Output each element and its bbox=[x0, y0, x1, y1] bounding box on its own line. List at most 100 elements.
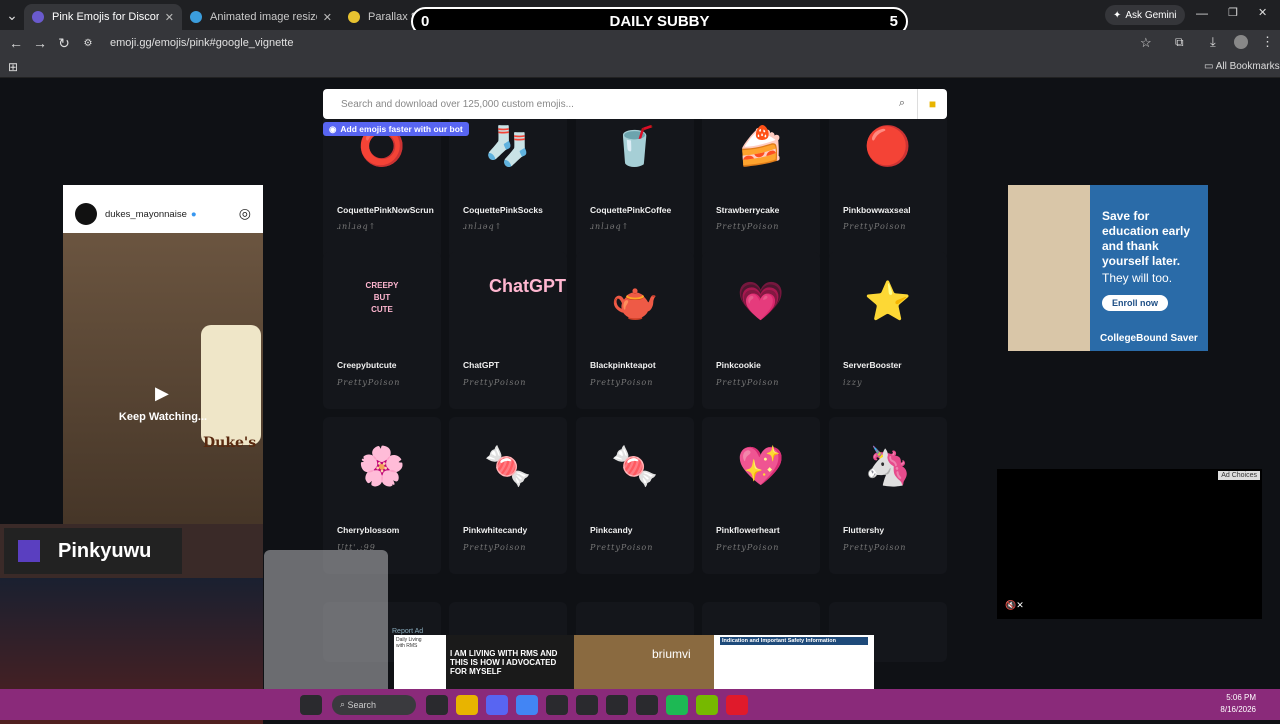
bookmark-star-icon[interactable]: ☆ bbox=[1140, 35, 1152, 51]
emoji-image: 🍬 bbox=[484, 446, 532, 488]
emoji-card[interactable]: 🔴 Pinkbowwaxseal PrettyPoison bbox=[829, 109, 947, 260]
discord-icon: ◉ bbox=[329, 123, 337, 134]
opera-icon[interactable] bbox=[726, 694, 748, 715]
emoji-author[interactable]: PrettyPoison bbox=[716, 222, 779, 231]
emoji-name: Blackpinkteapot bbox=[590, 360, 656, 370]
emoji-card[interactable]: 🍬 Pinkwhitecandy PrettyPoison bbox=[449, 417, 567, 574]
ask-gemini-button[interactable]: ✦ Ask Gemini bbox=[1105, 5, 1185, 25]
close-tab-icon[interactable]: ✕ bbox=[323, 11, 332, 24]
search-input[interactable]: Search and download over 125,000 custom … bbox=[323, 89, 947, 119]
emoji-card[interactable]: 🫖 Blackpinkteapot PrettyPoison bbox=[576, 252, 694, 409]
app-icon[interactable] bbox=[636, 694, 658, 715]
menu-dots-icon[interactable]: ⋮ bbox=[1261, 34, 1274, 50]
emoji-author[interactable]: PrettyPoison bbox=[463, 543, 526, 552]
back-icon[interactable]: ← bbox=[4, 35, 28, 51]
start-icon[interactable] bbox=[300, 694, 322, 715]
tab-animated-resizer[interactable]: Animated image resizer ✕ bbox=[182, 4, 340, 30]
close-window-icon[interactable]: ✕ bbox=[1258, 6, 1267, 19]
emoji-author[interactable]: PrettyPoison bbox=[843, 543, 906, 552]
emoji-card[interactable]: 🍬 Pinkcandy PrettyPoison bbox=[576, 417, 694, 574]
briumvi-banner-ad[interactable]: Daily Living with RMS I AM LIVING WITH RM… bbox=[394, 635, 874, 689]
tab-label: Animated image resizer bbox=[210, 11, 317, 23]
baby-photo bbox=[1008, 185, 1090, 351]
bookmarks-bar: ⊞ ▭ All Bookmarks bbox=[0, 56, 1280, 78]
emoji-author[interactable]: PrettyPoison bbox=[337, 378, 400, 387]
minimize-icon[interactable]: — bbox=[1196, 6, 1208, 20]
extensions-icon[interactable]: ⧉ bbox=[1175, 35, 1184, 50]
emoji-image: 💗 bbox=[737, 281, 785, 323]
emoji-author[interactable]: PrettyPoison bbox=[590, 378, 653, 387]
emoji-card[interactable]: ⭐ ServerBooster izzy bbox=[829, 252, 947, 409]
emoji-name: Cherryblossom bbox=[337, 525, 400, 535]
download-icon[interactable]: ⤓ bbox=[1210, 34, 1216, 50]
emoji-author[interactable]: PrettyPoison bbox=[716, 378, 779, 387]
emoji-name: Fluttershy bbox=[843, 525, 885, 535]
emoji-image: 🔴 bbox=[864, 126, 912, 168]
reload-icon[interactable]: ↻ bbox=[52, 35, 76, 52]
emoji-author[interactable]: ɹnlɹəq↑ bbox=[463, 222, 502, 231]
address-bar[interactable]: emoji.gg/emojis/pink#google_vignette bbox=[110, 37, 293, 49]
emoji-author[interactable]: PrettyPoison bbox=[843, 222, 906, 231]
emoji-author[interactable]: izzy bbox=[843, 378, 863, 387]
add-bot-button[interactable]: ◉ Add emojis faster with our bot bbox=[323, 122, 469, 136]
emoji-name: Strawberrycake bbox=[716, 205, 780, 215]
emoji-author[interactable]: PrettyPoison bbox=[590, 543, 653, 552]
briumvi-logo: briumvi bbox=[652, 647, 691, 661]
taskbar-search[interactable]: ⌕ Search bbox=[332, 694, 416, 715]
chrome-taskbar-icon[interactable] bbox=[516, 694, 538, 715]
profile-avatar[interactable] bbox=[1234, 35, 1248, 49]
emoji-card[interactable]: 💗 Pinkcookie PrettyPoison bbox=[702, 252, 820, 409]
search-icon[interactable]: ⌕ bbox=[899, 97, 905, 110]
folder-button-icon[interactable]: ■ bbox=[917, 89, 947, 119]
emoji-card[interactable]: 🥤 CoquettePinkCoffee ɹnlɹəq↑ bbox=[576, 109, 694, 260]
file-explorer-icon[interactable] bbox=[456, 694, 478, 715]
resizer-favicon-icon bbox=[190, 11, 202, 23]
emoji-author[interactable]: ɹnlɹəq↑ bbox=[590, 222, 629, 231]
folder-icon: ▭ bbox=[1204, 61, 1216, 72]
forward-icon[interactable]: → bbox=[28, 35, 52, 51]
mute-icon[interactable]: 🔇✕ bbox=[1005, 600, 1024, 611]
instagram-icon[interactable]: ◎ bbox=[239, 205, 251, 222]
bot-button-label: Add emojis faster with our bot bbox=[340, 124, 463, 134]
ad-choices-link[interactable]: Ad Choices bbox=[1218, 471, 1260, 480]
emoji-card[interactable]: 🦄 Fluttershy PrettyPoison bbox=[829, 417, 947, 574]
tab-label: Pink Emojis for Discord & Slack bbox=[52, 11, 159, 23]
video-ad-player[interactable]: Ad Choices 🔇✕ bbox=[997, 469, 1262, 619]
spotify-icon[interactable] bbox=[666, 694, 688, 715]
steam-icon[interactable] bbox=[606, 694, 628, 715]
discord-taskbar-icon[interactable] bbox=[486, 694, 508, 715]
play-icon[interactable]: ▶ bbox=[155, 383, 169, 404]
close-tab-icon[interactable]: ✕ bbox=[165, 11, 174, 24]
dukes-avatar bbox=[75, 203, 97, 225]
emoji-author[interactable]: PrettyPoison bbox=[463, 378, 526, 387]
ad-account-name: dukes_mayonnaise bbox=[105, 208, 187, 220]
github-icon[interactable] bbox=[576, 694, 598, 715]
apps-grid-icon[interactable]: ⊞ bbox=[8, 60, 18, 74]
emoji-name: Pinkflowerheart bbox=[716, 525, 780, 535]
enroll-now-button[interactable]: Enroll now bbox=[1102, 295, 1168, 311]
discord-favicon-icon bbox=[32, 11, 44, 23]
streamer-name: Pinkyuwu bbox=[58, 540, 152, 562]
emoji-author[interactable]: ɹnlɹəq↑ bbox=[337, 222, 376, 231]
safety-info-heading: Indication and Important Safety Informat… bbox=[720, 637, 868, 645]
emoji-card[interactable]: ChatGPT ChatGPT PrettyPoison bbox=[449, 252, 567, 409]
verified-icon: ● bbox=[190, 208, 197, 220]
site-info-icon[interactable]: ⚙ bbox=[76, 38, 100, 49]
tab-pink-emojis[interactable]: Pink Emojis for Discord & Slack ✕ bbox=[24, 4, 182, 30]
collegebound-ad[interactable]: Save for education early and thank yours… bbox=[1008, 185, 1208, 351]
emoji-card[interactable]: 💖 Pinkflowerheart PrettyPoison bbox=[702, 417, 820, 574]
nvidia-icon[interactable] bbox=[696, 694, 718, 715]
overlay-right-count: 5 bbox=[889, 13, 898, 30]
app-icon[interactable] bbox=[546, 694, 568, 715]
emoji-card[interactable]: CREEPY BUT CUTE Creepybutcute PrettyPoison bbox=[323, 252, 441, 409]
gemini-icon: ✦ bbox=[1113, 9, 1122, 21]
report-ad-link[interactable]: Report Ad bbox=[392, 628, 423, 635]
tab-search-icon[interactable]: ⌄ bbox=[0, 7, 24, 24]
widgets-icon[interactable] bbox=[426, 694, 448, 715]
ad-subline: They will too. bbox=[1102, 271, 1173, 285]
restore-icon[interactable]: ❐ bbox=[1228, 6, 1238, 19]
emoji-image: 🍰 bbox=[737, 126, 785, 168]
emoji-card[interactable]: 🍰 Strawberrycake PrettyPoison bbox=[702, 109, 820, 260]
emoji-author[interactable]: PrettyPoison bbox=[716, 543, 779, 552]
all-bookmarks[interactable]: ▭ All Bookmarks bbox=[1204, 61, 1280, 72]
